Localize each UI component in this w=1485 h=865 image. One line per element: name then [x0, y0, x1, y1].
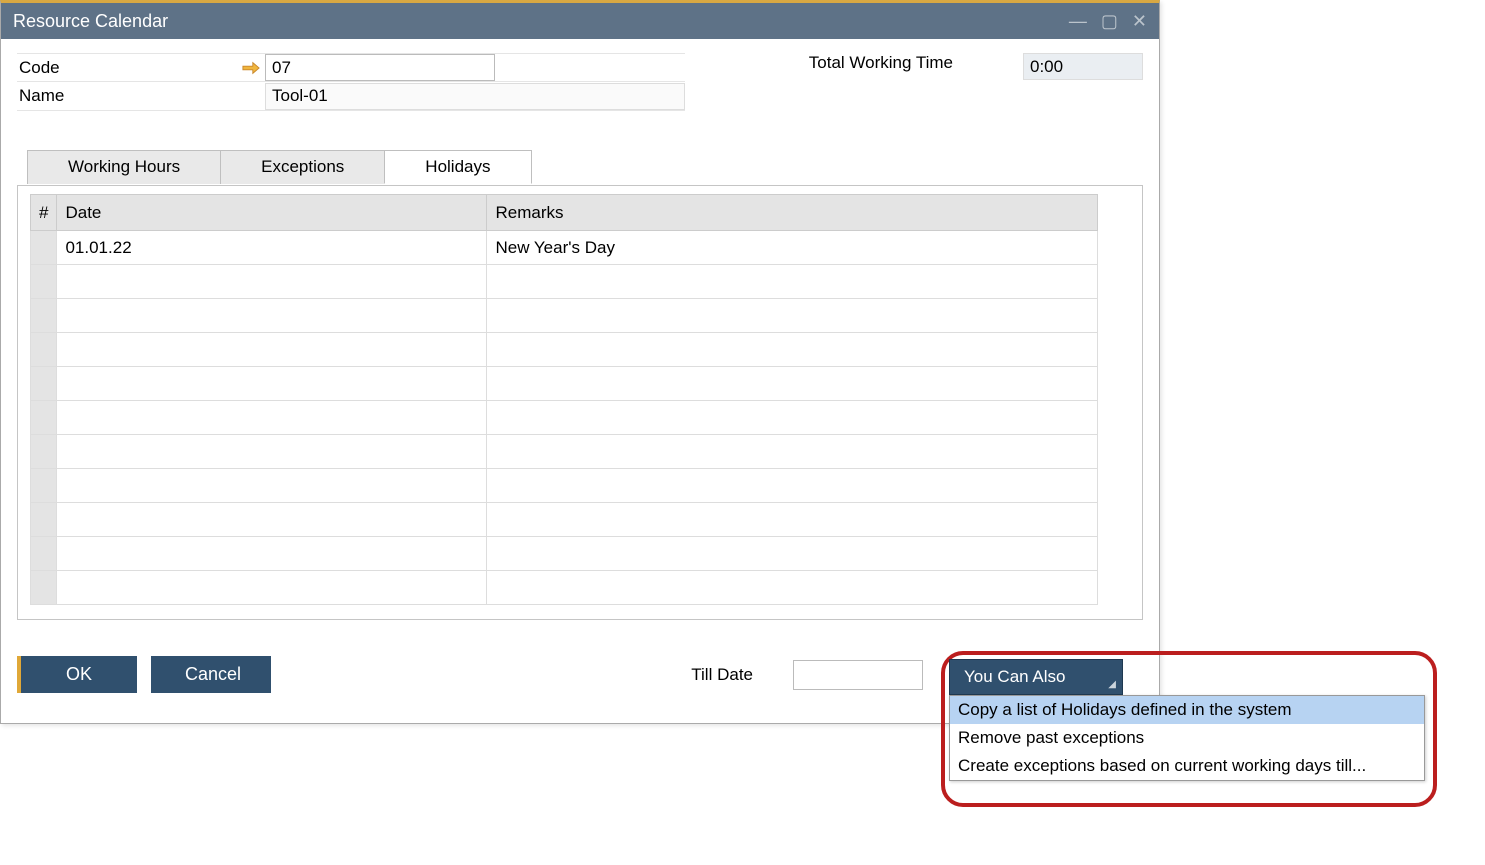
- till-date-input[interactable]: [793, 660, 923, 690]
- window-controls: — ▢ ✕: [1069, 11, 1147, 32]
- table-row[interactable]: [31, 401, 1098, 435]
- cell-date[interactable]: [57, 367, 487, 401]
- cell-date[interactable]: [57, 265, 487, 299]
- cell-remarks[interactable]: [487, 469, 1098, 503]
- you-can-also-dropdown: You Can Also ◢ Copy a list of Holidays d…: [949, 659, 1425, 781]
- row-handle[interactable]: [31, 333, 57, 367]
- footer: OK Cancel Till Date You Can Also ◢ Copy …: [17, 656, 1143, 707]
- table-row[interactable]: [31, 333, 1098, 367]
- dropdown-caret-icon: ◢: [1108, 679, 1116, 690]
- cell-remarks[interactable]: [487, 571, 1098, 605]
- row-handle[interactable]: [31, 469, 57, 503]
- minimize-icon[interactable]: —: [1069, 11, 1087, 32]
- row-handle[interactable]: [31, 231, 57, 265]
- cell-remarks[interactable]: [487, 367, 1098, 401]
- cell-remarks[interactable]: [487, 435, 1098, 469]
- table-row[interactable]: [31, 537, 1098, 571]
- cell-date[interactable]: [57, 503, 487, 537]
- content-area: Code Name Total Working Time Wo: [1, 39, 1159, 723]
- cell-remarks[interactable]: [487, 333, 1098, 367]
- you-can-also-button[interactable]: You Can Also ◢: [949, 659, 1123, 695]
- maximize-icon[interactable]: ▢: [1101, 11, 1118, 32]
- row-handle[interactable]: [31, 537, 57, 571]
- table-row[interactable]: [31, 299, 1098, 333]
- resource-calendar-window: Resource Calendar — ▢ ✕ Code Name: [0, 0, 1160, 724]
- window-title: Resource Calendar: [13, 11, 1069, 32]
- cell-remarks[interactable]: [487, 265, 1098, 299]
- cell-date[interactable]: [57, 435, 487, 469]
- tab-panel: # Date Remarks 01.01.22 New Year's Day: [17, 185, 1143, 620]
- row-handle[interactable]: [31, 435, 57, 469]
- row-handle[interactable]: [31, 299, 57, 333]
- tabs: Working Hours Exceptions Holidays: [27, 151, 1133, 185]
- cell-remarks[interactable]: [487, 503, 1098, 537]
- total-working-label: Total Working Time: [809, 53, 953, 73]
- col-remarks[interactable]: Remarks: [487, 195, 1098, 231]
- cell-date[interactable]: 01.01.22: [57, 231, 487, 265]
- dropdown-item-remove-past[interactable]: Remove past exceptions: [950, 724, 1424, 752]
- holidays-table-container: # Date Remarks 01.01.22 New Year's Day: [18, 194, 1084, 605]
- table-row[interactable]: [31, 503, 1098, 537]
- form-right: Total Working Time: [809, 53, 1143, 111]
- total-working-value: [1023, 53, 1143, 80]
- ok-button[interactable]: OK: [17, 656, 137, 693]
- cell-remarks[interactable]: [487, 537, 1098, 571]
- dropdown-menu: Copy a list of Holidays defined in the s…: [949, 695, 1425, 781]
- table-row[interactable]: [31, 265, 1098, 299]
- table-row[interactable]: [31, 469, 1098, 503]
- row-handle[interactable]: [31, 367, 57, 401]
- tab-exceptions[interactable]: Exceptions: [220, 150, 385, 184]
- name-row: Name: [17, 82, 685, 111]
- cell-remarks[interactable]: [487, 401, 1098, 435]
- table-row[interactable]: [31, 571, 1098, 605]
- code-input[interactable]: [265, 54, 495, 81]
- holidays-table: # Date Remarks 01.01.22 New Year's Day: [30, 194, 1098, 605]
- dropdown-label: You Can Also: [964, 667, 1065, 686]
- till-date-label: Till Date: [691, 665, 753, 685]
- name-input[interactable]: [265, 83, 685, 110]
- cell-date[interactable]: [57, 333, 487, 367]
- titlebar: Resource Calendar — ▢ ✕: [1, 3, 1159, 39]
- cell-remarks[interactable]: New Year's Day: [487, 231, 1098, 265]
- code-row: Code: [17, 53, 685, 82]
- cell-date[interactable]: [57, 571, 487, 605]
- cell-date[interactable]: [57, 469, 487, 503]
- close-icon[interactable]: ✕: [1132, 11, 1147, 32]
- dropdown-item-create-exceptions[interactable]: Create exceptions based on current worki…: [950, 752, 1424, 780]
- row-handle[interactable]: [31, 503, 57, 537]
- row-handle[interactable]: [31, 401, 57, 435]
- col-num[interactable]: #: [31, 195, 57, 231]
- tab-working-hours[interactable]: Working Hours: [27, 150, 221, 184]
- cell-date[interactable]: [57, 537, 487, 571]
- col-date[interactable]: Date: [57, 195, 487, 231]
- code-label: Code: [17, 58, 237, 78]
- cancel-button[interactable]: Cancel: [151, 656, 271, 693]
- dropdown-item-copy-holidays[interactable]: Copy a list of Holidays defined in the s…: [950, 696, 1424, 724]
- table-row[interactable]: 01.01.22 New Year's Day: [31, 231, 1098, 265]
- table-row[interactable]: [31, 367, 1098, 401]
- table-row[interactable]: [31, 435, 1098, 469]
- cell-remarks[interactable]: [487, 299, 1098, 333]
- link-arrow-icon[interactable]: [237, 61, 265, 75]
- row-handle[interactable]: [31, 265, 57, 299]
- form-left: Code Name: [17, 53, 685, 111]
- tab-holidays[interactable]: Holidays: [384, 150, 531, 184]
- cell-date[interactable]: [57, 299, 487, 333]
- row-handle[interactable]: [31, 571, 57, 605]
- form-top: Code Name Total Working Time: [17, 53, 1143, 111]
- name-label: Name: [17, 86, 237, 106]
- cell-date[interactable]: [57, 401, 487, 435]
